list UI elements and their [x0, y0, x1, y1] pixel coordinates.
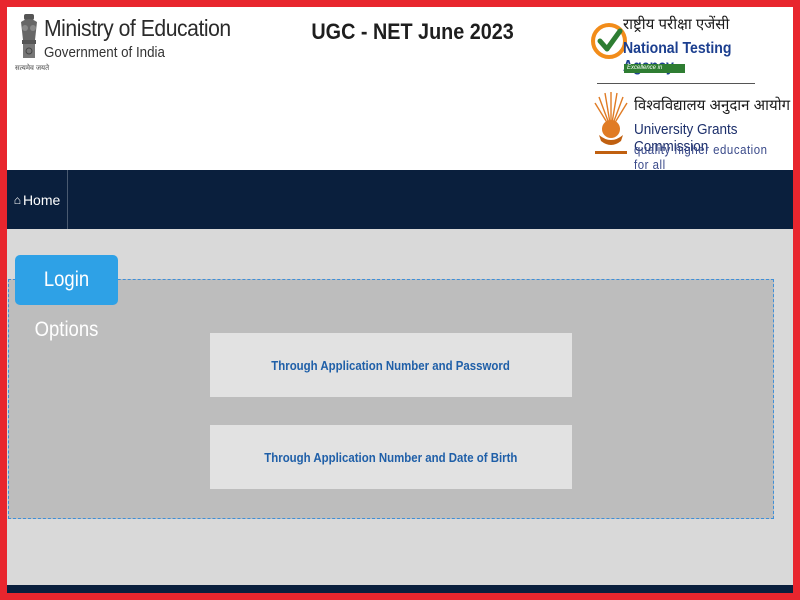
nav-home-label: Home — [22, 191, 61, 208]
ugc-tagline: quality higher education for all — [634, 142, 768, 172]
login-option-label: Through Application Number and Password — [271, 357, 511, 373]
logo-divider — [597, 83, 755, 84]
nta-tagline: Excellence in Assessment — [624, 64, 685, 80]
nta-hindi-name: राष्ट्रीय परीक्षा एजेंसी — [623, 16, 730, 33]
site-header: सत्यमेव जयते Ministry of Education Gover… — [7, 7, 793, 172]
nta-logo-icon — [591, 23, 627, 59]
ugc-logo-icon — [594, 92, 628, 154]
login-options-title: Login Options — [34, 268, 99, 341]
login-option-label: Through Application Number and Date of B… — [264, 449, 518, 465]
home-icon: ⌂ — [13, 192, 21, 207]
page-frame: सत्यमेव जयते Ministry of Education Gover… — [7, 7, 793, 593]
login-with-password-button[interactable]: Through Application Number and Password — [210, 333, 572, 397]
ugc-hindi-name: विश्वविद्यालय अनुदान आयोग — [634, 97, 791, 114]
ministry-subtitle: Government of India — [44, 45, 165, 61]
main-navbar: ⌂ Home — [7, 170, 793, 229]
login-options-heading: Login Options — [15, 255, 118, 341]
national-emblem-icon — [21, 14, 37, 58]
nav-home-link[interactable]: ⌂ Home — [7, 170, 68, 229]
footer-bar — [7, 585, 793, 593]
login-with-dob-button[interactable]: Through Application Number and Date of B… — [210, 425, 572, 489]
emblem-caption: सत्यमेव जयते — [15, 65, 50, 72]
